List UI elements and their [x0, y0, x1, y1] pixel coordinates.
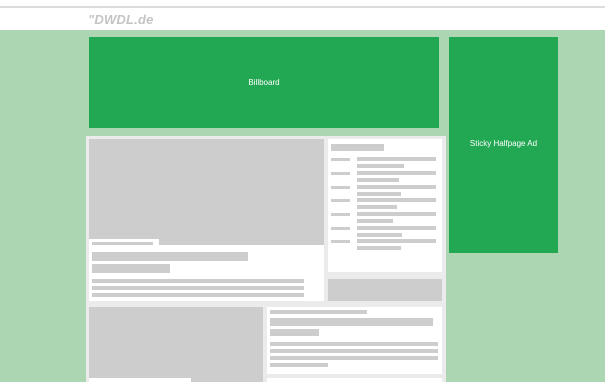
- news-list-item-time: [331, 158, 350, 161]
- news-list-item-time: [331, 199, 350, 202]
- sticky-halfpage-ad[interactable]: Sticky Halfpage Ad: [449, 37, 558, 253]
- news-list-item-title[interactable]: [357, 246, 401, 250]
- lead-article-teaser-line-1: [92, 279, 304, 283]
- news-list-item-time: [331, 240, 350, 243]
- second-article-kicker: [270, 310, 367, 314]
- lead-article-image[interactable]: [89, 139, 324, 245]
- news-list-item-title[interactable]: [357, 212, 436, 216]
- second-article-caption-strip: [89, 378, 191, 382]
- second-article-teaser-line-2: [270, 349, 438, 353]
- lead-article-teaser-line-2: [92, 286, 304, 290]
- news-list-item-title[interactable]: [357, 185, 436, 189]
- sidebar-banner-placeholder[interactable]: [328, 279, 442, 301]
- news-list-item-title[interactable]: [357, 226, 436, 230]
- lead-article-headline-line-2[interactable]: [92, 264, 170, 273]
- news-list-item-title[interactable]: [357, 178, 399, 182]
- halfpage-ad-label: Sticky Halfpage Ad: [469, 139, 538, 148]
- lead-article-teaser-line-3: [92, 293, 304, 297]
- news-list-item-title[interactable]: [357, 164, 404, 168]
- news-list-heading: [331, 144, 384, 151]
- news-list-item-time: [331, 227, 350, 230]
- news-list-item-title[interactable]: [357, 233, 402, 237]
- news-list-item-time: [331, 172, 350, 175]
- lead-article-headline-line-1[interactable]: [92, 252, 248, 261]
- news-list-item-title[interactable]: [357, 205, 397, 209]
- billboard-ad[interactable]: Billboard: [89, 37, 439, 128]
- news-list-item-title[interactable]: [357, 171, 436, 175]
- news-list-item-title[interactable]: [357, 239, 436, 243]
- site-logo[interactable]: "DWDL.de: [88, 12, 154, 27]
- third-article-card[interactable]: [267, 378, 442, 382]
- news-list-item-title[interactable]: [357, 219, 393, 223]
- news-list-item-title[interactable]: [357, 157, 436, 161]
- second-article-image[interactable]: [89, 307, 263, 382]
- news-list-item-title[interactable]: [357, 198, 436, 202]
- second-article-teaser-line-1: [270, 342, 438, 346]
- second-article-teaser-line-3: [270, 356, 438, 360]
- top-bar: "DWDL.de: [0, 0, 605, 30]
- lead-article-kicker: [92, 242, 153, 245]
- news-list-item-title[interactable]: [357, 192, 401, 196]
- news-list-item-time: [331, 213, 350, 216]
- second-article-teaser-line-4: [270, 363, 328, 367]
- billboard-ad-label: Billboard: [248, 78, 280, 87]
- news-list-item-time: [331, 186, 350, 189]
- second-article-headline-line-2[interactable]: [270, 329, 319, 336]
- second-article-headline-line-1[interactable]: [270, 318, 433, 326]
- top-divider: [0, 6, 605, 8]
